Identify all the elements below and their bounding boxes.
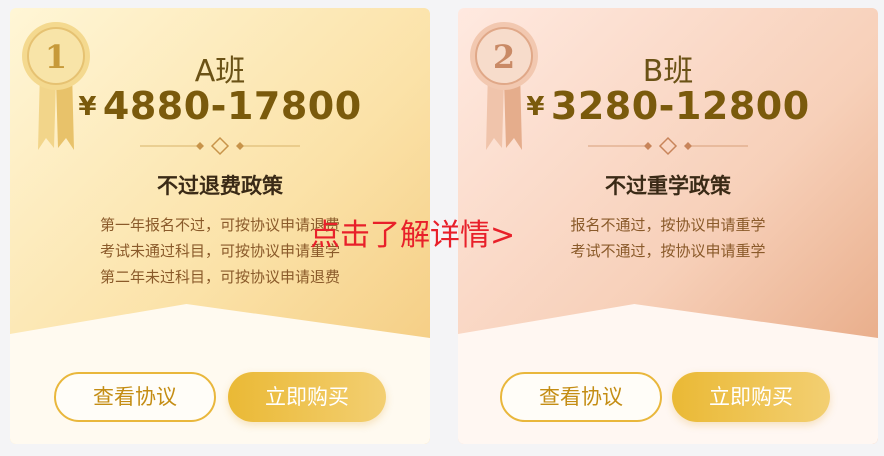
diamond-divider-icon [140,136,300,156]
buy-now-button[interactable]: 立即购买 [228,372,386,422]
diamond-divider-icon [588,136,748,156]
policy-title: 不过重学政策 [605,174,731,198]
price-range: ¥4880-17800 [10,84,430,128]
policy-line: 第二年未过科目，可按协议申请退费 [99,268,340,286]
policy-line: 报名不通过，按协议申请重学 [570,216,766,234]
class-card-b: 2 B班 ¥3280-12800 不过重学政策 报名不通过，按协议申请重学 考试… [458,8,878,444]
price-value: 4880-17800 [102,84,362,128]
price-value: 3280-12800 [550,84,810,128]
details-link[interactable]: 点击了解详情> [310,210,515,254]
policy-title: 不过退费政策 [157,174,283,198]
currency-symbol: ¥ [78,92,97,122]
buy-now-button[interactable]: 立即购买 [672,372,830,422]
policy-description: 报名不通过，按协议申请重学 考试不通过，按协议申请重学 [458,212,878,264]
currency-symbol: ¥ [526,92,545,122]
view-agreement-button[interactable]: 查看协议 [500,372,662,422]
view-agreement-button[interactable]: 查看协议 [54,372,216,422]
price-range: ¥3280-12800 [458,84,878,128]
policy-line: 考试不通过，按协议申请重学 [570,242,766,260]
